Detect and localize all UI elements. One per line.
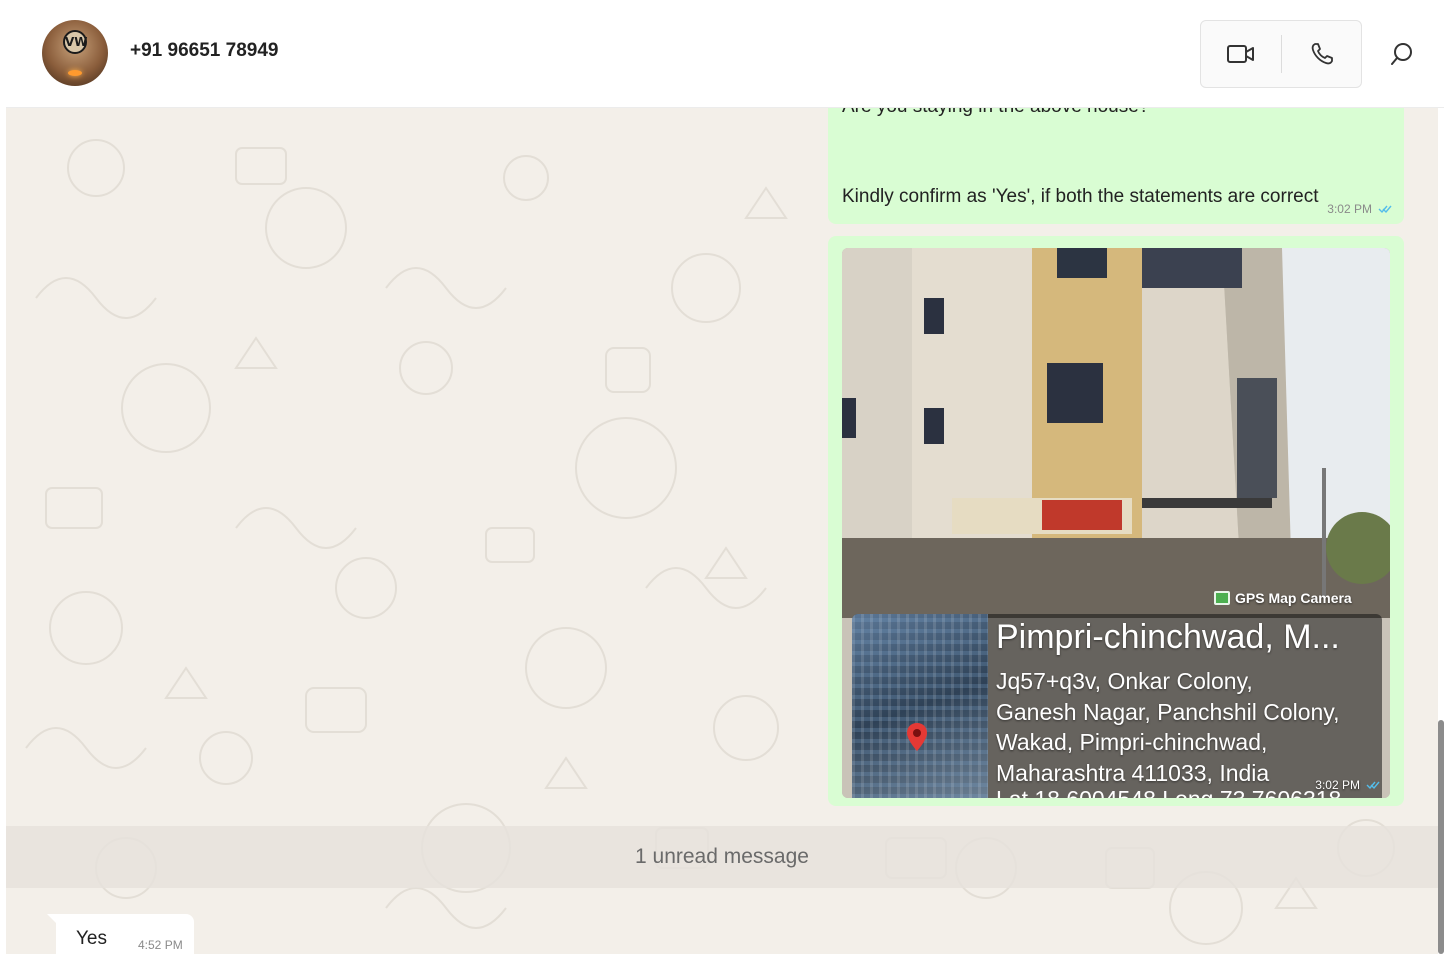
search-icon	[1391, 43, 1412, 65]
double-check-icon	[1378, 205, 1392, 214]
gps-map-thumbnail	[852, 614, 988, 798]
gps-address-line: Ganesh Nagar, Panchshil Colony,	[996, 698, 1340, 725]
incoming-message-bubble[interactable]: Yes 4:52 PM	[47, 914, 194, 954]
avatar-glow	[68, 70, 82, 76]
voice-call-icon	[1311, 43, 1333, 65]
double-check-icon	[1366, 781, 1380, 790]
gps-info-panel: Pimpri-chinchwad, M... Jq57+q3v, Onkar C…	[852, 614, 1382, 798]
video-call-button[interactable]	[1201, 21, 1281, 87]
message-time: 3:02 PM	[1327, 202, 1372, 216]
call-button-group	[1200, 20, 1362, 88]
gps-address: Jq57+q3v, Onkar Colony, Ganesh Nagar, Pa…	[996, 666, 1386, 788]
gps-address-line: Wakad, Pimpri-chinchwad,	[996, 729, 1268, 755]
gps-brand-text: GPS Map Camera	[1235, 590, 1352, 606]
unread-banner-text: 1 unread message	[635, 845, 809, 868]
chat-header: VW +91 96651 78949	[6, 0, 1444, 108]
camera-icon	[1214, 591, 1230, 605]
image-message-time: 3:02 PM	[1315, 778, 1360, 792]
video-call-icon	[1227, 45, 1254, 63]
avatar-logo: VW	[63, 30, 88, 54]
search-button[interactable]	[1382, 34, 1422, 74]
voice-call-button[interactable]	[1282, 21, 1362, 87]
incoming-message-time: 4:52 PM	[138, 938, 183, 952]
gps-coordinates: Lat 18.6004548 Long 73.7606318	[996, 786, 1341, 798]
gps-city: Pimpri-chinchwad, M...	[996, 618, 1340, 656]
gps-map-camera-label: GPS Map Camera	[1214, 590, 1352, 606]
contact-avatar[interactable]: VW	[42, 20, 108, 86]
message-meta: 3:02 PM	[1327, 202, 1392, 216]
map-pin-icon	[907, 723, 927, 751]
contact-name[interactable]: +91 96651 78949	[130, 40, 278, 62]
outgoing-image-bubble[interactable]: GPS Map Camera Pimpri-chinchwad, M... Jq…	[828, 236, 1404, 806]
image-message-meta: 3:02 PM	[1315, 778, 1380, 792]
message-text: Kindly confirm as 'Yes', if both the sta…	[842, 186, 1319, 207]
message-text-cutoff: Are you staying in the above house?	[842, 108, 1149, 118]
outgoing-message-bubble[interactable]: Are you staying in the above house? Kind…	[828, 108, 1404, 224]
bubble-tail	[47, 914, 57, 924]
house-photo[interactable]: GPS Map Camera Pimpri-chinchwad, M... Jq…	[842, 248, 1390, 798]
chat-scrollbar[interactable]	[1438, 720, 1444, 954]
incoming-message-text: Yes	[76, 928, 107, 949]
chat-area[interactable]: Are you staying in the above house? Kind…	[6, 108, 1438, 954]
gps-address-line: Jq57+q3v, Onkar Colony,	[996, 668, 1253, 694]
unread-banner: 1 unread message	[6, 826, 1438, 888]
